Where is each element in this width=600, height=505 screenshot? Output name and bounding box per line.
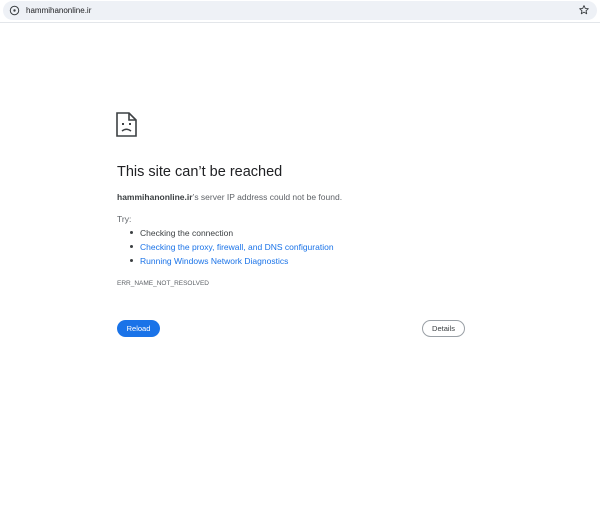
- suggestion-diagnostics-link[interactable]: Running Windows Network Diagnostics: [140, 256, 288, 266]
- suggestions-list: Checking the connection Checking the pro…: [117, 226, 334, 268]
- error-title: This site can’t be reached: [117, 164, 283, 180]
- reload-button[interactable]: Reload: [117, 320, 160, 337]
- suggestion-proxy-link[interactable]: Checking the proxy, firewall, and DNS co…: [140, 242, 334, 252]
- sad-file-icon: [116, 112, 137, 137]
- url-text[interactable]: hammihanonline.ir: [26, 4, 91, 17]
- error-description: hammihanonline.ir’s server IP address co…: [117, 191, 342, 203]
- error-description-text: ’s server IP address could not be found.: [192, 192, 343, 202]
- suggestion-network-diagnostics[interactable]: Running Windows Network Diagnostics: [117, 254, 334, 268]
- try-label: Try:: [117, 214, 132, 224]
- details-button[interactable]: Details: [422, 320, 465, 337]
- address-bar[interactable]: hammihanonline.ir: [3, 1, 597, 20]
- error-host: hammihanonline.ir: [117, 192, 193, 202]
- suggestion-check-connection: Checking the connection: [117, 226, 334, 240]
- info-circle-icon[interactable]: [9, 5, 20, 16]
- suggestion-check-proxy[interactable]: Checking the proxy, firewall, and DNS co…: [117, 240, 334, 254]
- star-icon[interactable]: [578, 4, 590, 16]
- browser-window: hammihanonline.ir This site can’t be rea…: [0, 0, 600, 505]
- browser-toolbar: hammihanonline.ir: [0, 0, 600, 23]
- suggestion-text: Checking the connection: [140, 228, 234, 238]
- error-code: ERR_NAME_NOT_RESOLVED: [117, 280, 209, 287]
